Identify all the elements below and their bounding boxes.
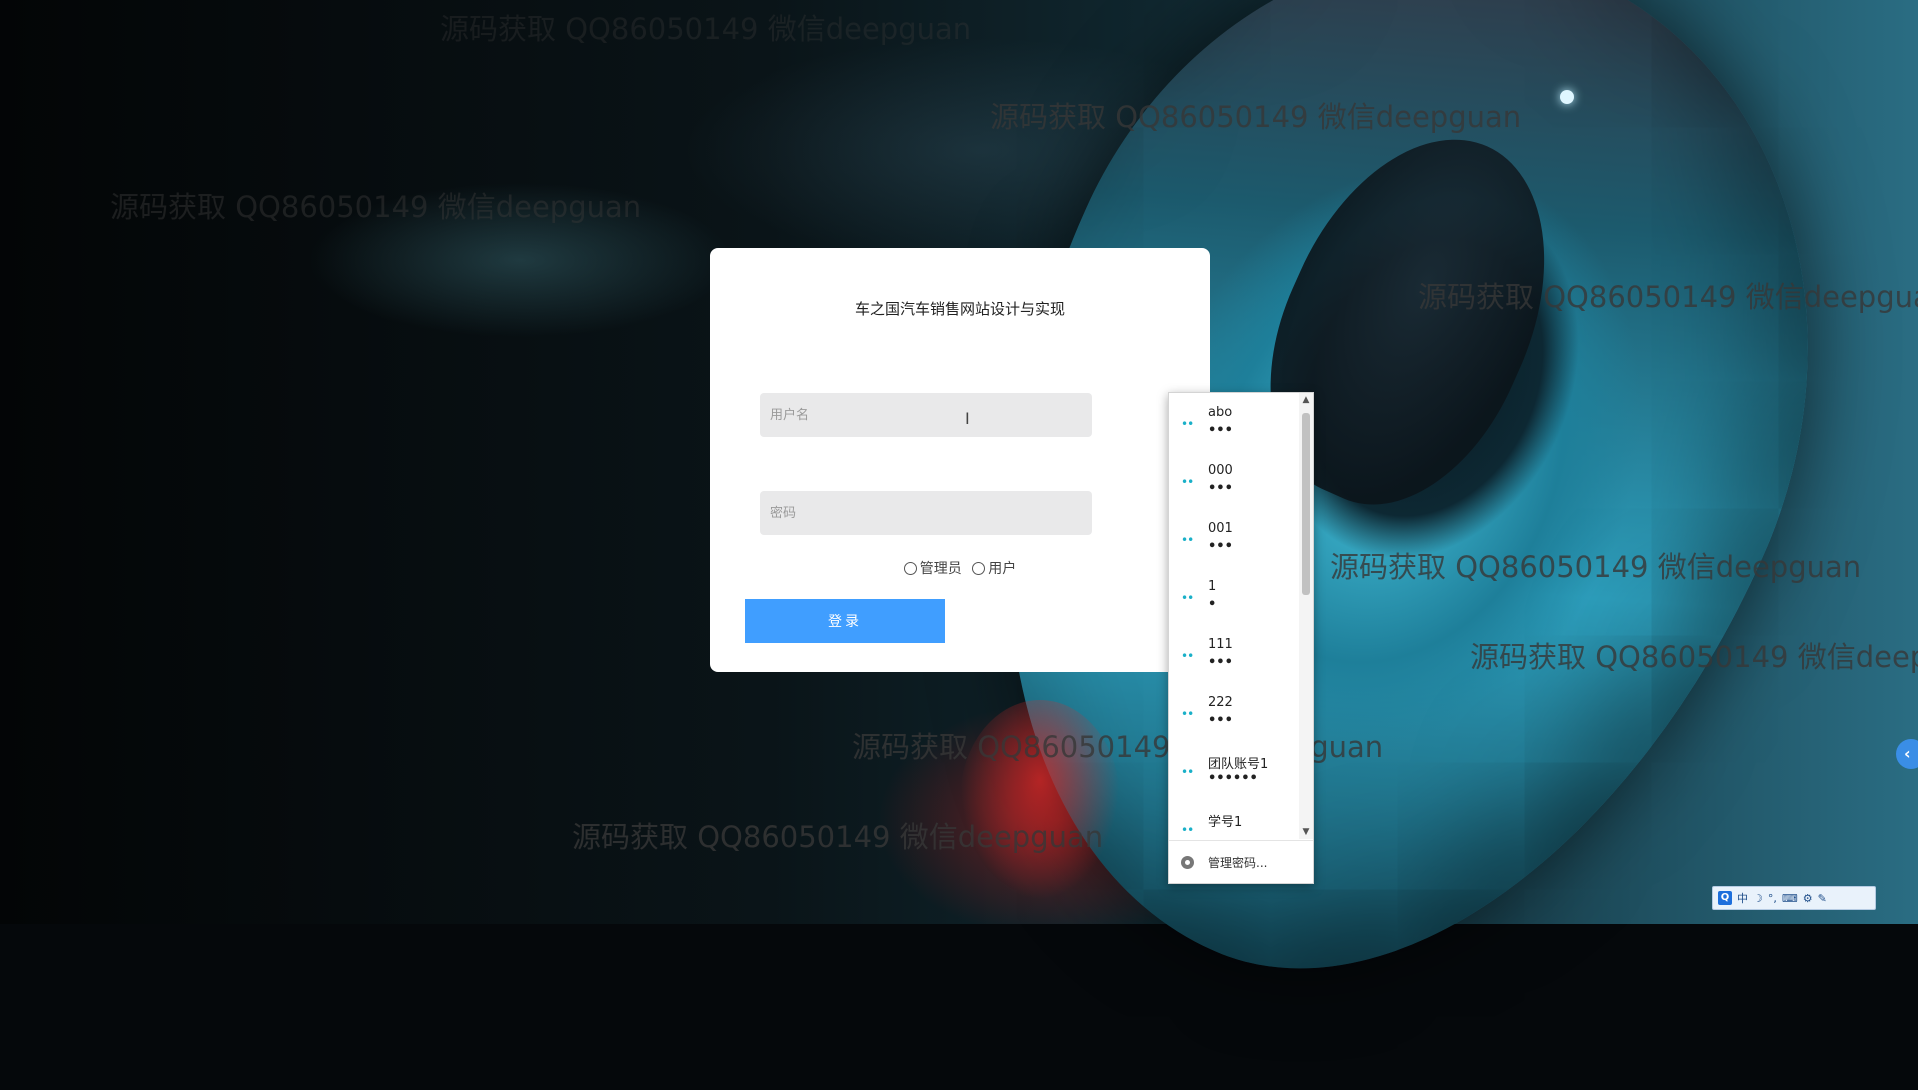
ime-mode-toggle[interactable]: 中	[1737, 890, 1748, 906]
saved-username: 111	[1208, 637, 1233, 652]
side-panel-toggle[interactable]: ‹	[1896, 739, 1918, 769]
saved-password-mask: •	[1208, 597, 1217, 612]
username-input[interactable]	[760, 393, 1092, 437]
chevron-left-icon: ‹	[1904, 744, 1911, 763]
key-icon: ••	[1181, 707, 1194, 721]
moon-icon[interactable]: ☽	[1753, 892, 1763, 905]
saved-username: 团队账号1	[1208, 757, 1269, 772]
saved-username: abo	[1208, 405, 1233, 420]
punctuation-icon[interactable]: °,	[1768, 892, 1777, 905]
manage-passwords-item[interactable]: 管理密码...	[1169, 840, 1313, 883]
saved-username: 001	[1208, 521, 1233, 536]
saved-password-item[interactable]: •• 000 •••	[1169, 451, 1299, 509]
saved-password-item[interactable]: •• 111 •••	[1169, 625, 1299, 683]
saved-password-mask: ••••••	[1208, 771, 1258, 786]
login-button[interactable]: 登录	[745, 599, 945, 643]
manage-passwords-label: 管理密码...	[1208, 855, 1268, 870]
dropdown-scrollbar[interactable]: ▲ ▼	[1299, 393, 1313, 839]
settings-icon[interactable]: ⚙	[1803, 892, 1813, 905]
key-icon: ••	[1181, 417, 1194, 431]
key-icon: ••	[1181, 649, 1194, 663]
saved-password-item[interactable]: •• 1 •	[1169, 567, 1299, 625]
saved-password-item[interactable]: •• 学号1	[1169, 799, 1299, 839]
saved-username: 000	[1208, 463, 1233, 478]
role-admin-label: 管理员	[919, 561, 962, 577]
text-cursor-icon: I	[965, 411, 970, 427]
password-autofill-dropdown: •• abo ••• •• 000 ••• •• 001 ••• •• 1 • …	[1168, 392, 1314, 884]
login-card: 车之国汽车销售网站设计与实现 I 管理员 用户 登录	[710, 248, 1210, 672]
key-icon: ••	[1181, 591, 1194, 605]
key-icon: ••	[1181, 823, 1194, 837]
chrome-icon	[1181, 855, 1194, 869]
tail-light-glow	[960, 700, 1120, 900]
login-title: 车之国汽车销售网站设计与实现	[854, 300, 1065, 318]
saved-password-item[interactable]: •• 团队账号1 ••••••	[1169, 741, 1299, 799]
key-icon: ••	[1181, 533, 1194, 547]
car-headlight	[1560, 90, 1574, 104]
saved-username: 222	[1208, 695, 1233, 710]
role-user-radio[interactable]: 用户	[972, 558, 1016, 578]
role-admin-radio[interactable]: 管理员	[903, 558, 962, 578]
saved-password-mask: •••	[1208, 655, 1233, 670]
ime-toolbar: Q 中 ☽ °, ⌨ ⚙ ✎	[1712, 886, 1876, 910]
password-input[interactable]	[760, 491, 1092, 535]
saved-password-item[interactable]: •• abo •••	[1169, 393, 1299, 451]
saved-password-item[interactable]: •• 001 •••	[1169, 509, 1299, 567]
key-icon: ••	[1181, 765, 1194, 779]
scrollbar-thumb[interactable]	[1302, 413, 1310, 595]
radio-circle-icon[interactable]	[972, 561, 986, 575]
keyboard-icon[interactable]: ⌨	[1782, 892, 1798, 905]
saved-username: 1	[1208, 579, 1217, 594]
key-icon: ••	[1181, 475, 1194, 489]
role-radio-group: 管理员 用户	[710, 558, 1210, 579]
saved-password-mask: •••	[1208, 423, 1233, 438]
saved-username: 学号1	[1208, 815, 1243, 830]
role-user-label: 用户	[988, 561, 1017, 577]
saved-password-mask: •••	[1208, 713, 1233, 728]
saved-password-mask: •••	[1208, 539, 1233, 554]
scroll-down-icon[interactable]: ▼	[1299, 825, 1313, 839]
saved-password-mask: •••	[1208, 481, 1233, 496]
scroll-up-icon[interactable]: ▲	[1299, 393, 1313, 407]
ime-logo-icon[interactable]: Q	[1718, 891, 1732, 905]
saved-password-item[interactable]: •• 222 •••	[1169, 683, 1299, 741]
radio-circle-icon[interactable]	[903, 561, 917, 575]
saved-password-list: •• abo ••• •• 000 ••• •• 001 ••• •• 1 • …	[1169, 393, 1299, 839]
wrench-icon[interactable]: ✎	[1818, 892, 1827, 905]
